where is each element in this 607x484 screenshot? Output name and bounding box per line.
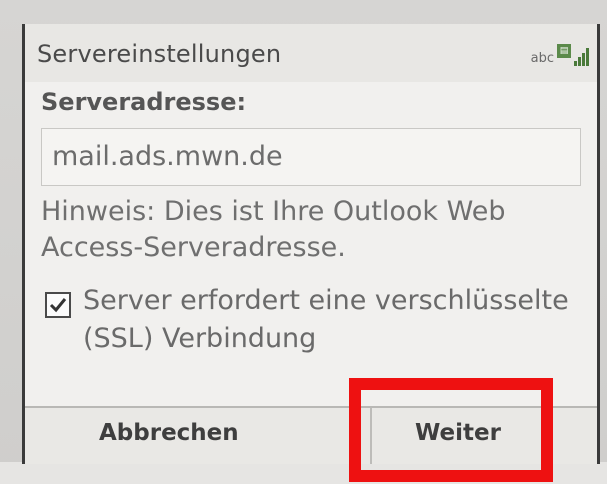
title-bar: Servereinstellungen abc ▤ — [25, 24, 597, 82]
hint-text: Hinweis: Dies ist Ihre Outlook Web Acces… — [41, 196, 506, 263]
signal-strength-icon — [574, 46, 589, 66]
network-icon: ▤ — [557, 44, 571, 58]
input-mode-indicator: abc — [530, 51, 554, 66]
server-address-input[interactable]: mail.ads.mwn.de — [41, 128, 581, 186]
highlight-box — [349, 378, 553, 482]
cancel-softkey[interactable]: Abbrechen — [99, 420, 239, 446]
status-indicators: abc ▤ — [531, 44, 589, 66]
screen-title: Servereinstellungen — [37, 40, 282, 68]
checkmark-icon — [49, 298, 67, 313]
ssl-checkbox[interactable] — [45, 292, 71, 318]
ssl-checkbox-label[interactable]: Server erfordert eine verschlüsselte (SS… — [83, 282, 597, 358]
server-address-label: Serveradresse: — [41, 88, 247, 116]
